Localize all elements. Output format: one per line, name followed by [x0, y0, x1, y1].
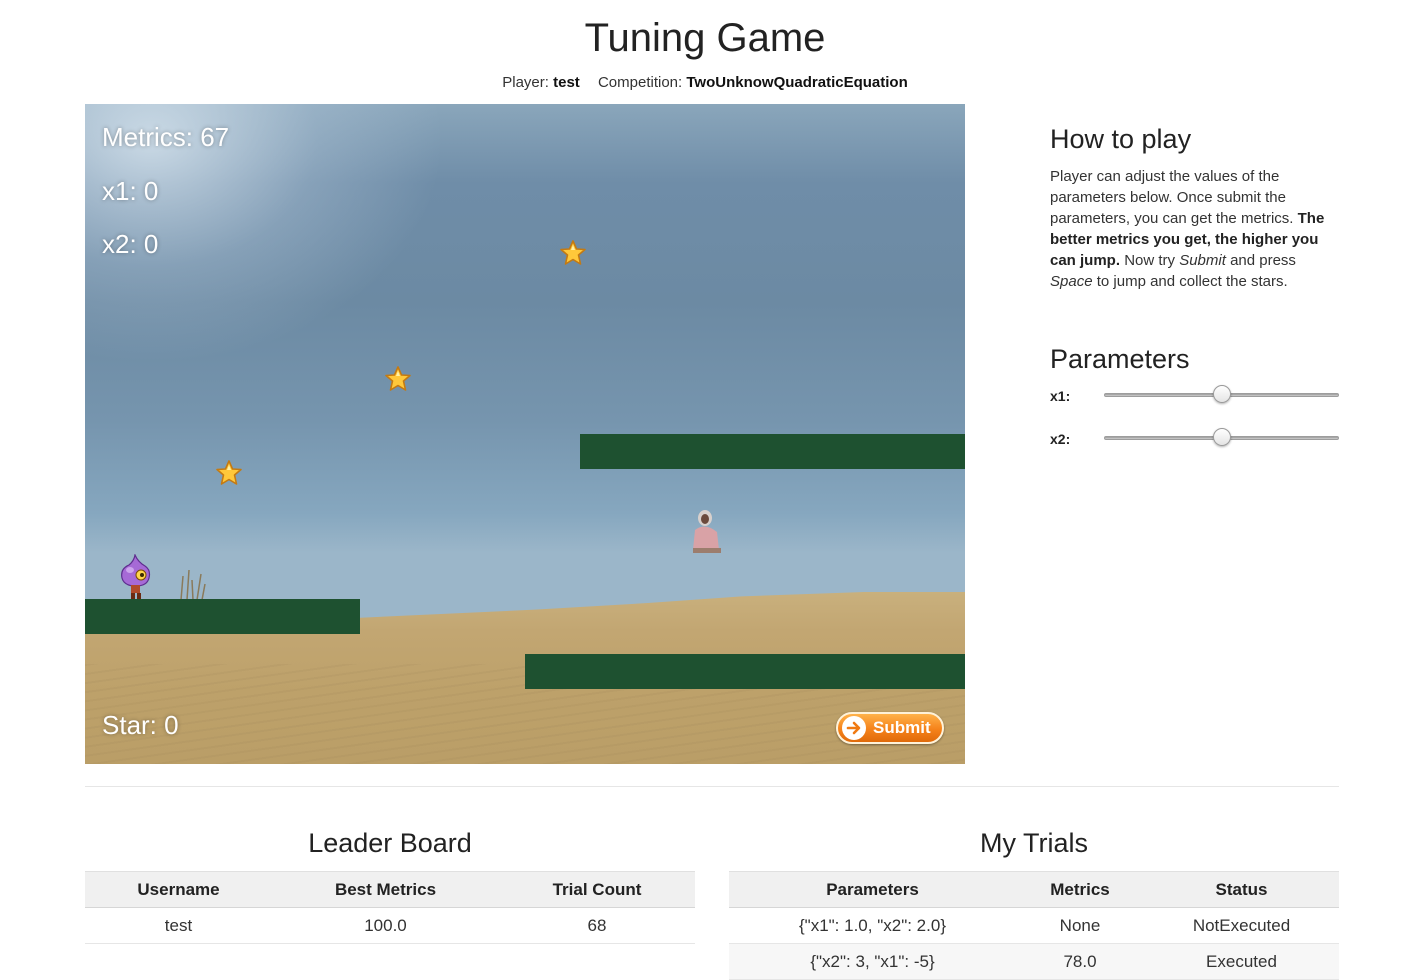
- table-cell: Executed: [1144, 943, 1339, 980]
- player-character-icon: [121, 554, 151, 599]
- trials-title: My Trials: [980, 828, 1088, 858]
- leaderboard-body: test 100.0 68: [85, 907, 695, 944]
- x1-slider-thumb[interactable]: [1213, 385, 1231, 403]
- player-label: Player:: [502, 74, 549, 91]
- x1-slider[interactable]: [1104, 385, 1339, 405]
- leaderboard-column-header: Username: [85, 871, 272, 908]
- how-text-2: Now try: [1124, 252, 1176, 269]
- submit-button[interactable]: Submit: [836, 712, 944, 744]
- table-cell: NotExecuted: [1144, 907, 1339, 944]
- game-canvas[interactable]: Metrics: 67 x1: 0 x2: 0 Star: 0 Submit: [85, 104, 965, 764]
- table-cell: None: [1016, 907, 1144, 944]
- how-text-1: Player can adjust the values of the para…: [1050, 168, 1294, 227]
- table-row: {"x2": 3, "x1": -5} 78.0 Executed: [729, 943, 1339, 980]
- arrow-right-icon: [842, 716, 866, 740]
- distant-person-icon: [693, 510, 721, 553]
- leaderboard-column-header: Best Metrics: [272, 871, 499, 908]
- leaderboard-header-row: Username Best Metrics Trial Count: [85, 871, 695, 908]
- trials-column-header: Parameters: [729, 871, 1016, 908]
- how-text-submit: Submit: [1179, 252, 1226, 269]
- hud-star: Star: 0: [102, 710, 179, 740]
- x1-label: x1:: [1050, 388, 1071, 404]
- how-text-3: and press: [1230, 252, 1296, 269]
- x2-label: x2:: [1050, 431, 1071, 447]
- leaderboard-title: Leader Board: [308, 828, 472, 858]
- table-cell: test: [85, 907, 272, 944]
- player-name: test: [553, 74, 580, 91]
- how-text-space: Space: [1050, 273, 1093, 290]
- trials-table: Parameters Metrics Status {"x1": 1.0, "x2"…: [729, 871, 1339, 980]
- table-cell: {"x2": 3, "x1": -5}: [729, 943, 1016, 980]
- parameters-title: Parameters: [1050, 344, 1190, 374]
- trials-header-row: Parameters Metrics Status: [729, 871, 1339, 908]
- hud-x1: x1: 0: [102, 176, 159, 206]
- x2-slider[interactable]: [1104, 428, 1339, 448]
- table-row: test 100.0 68: [85, 907, 695, 944]
- trials-body: {"x1": 1.0, "x2": 2.0} None NotExecuted {"x…: [729, 907, 1339, 980]
- leaderboard-column-header: Trial Count: [499, 871, 695, 908]
- player-info: Player: test Competition: TwoUnknowQuadr…: [0, 74, 1410, 91]
- page-title: Tuning Game: [584, 16, 826, 60]
- table-cell: 78.0: [1016, 943, 1144, 980]
- page: Tuning Game Player: test Competition: Tw…: [0, 0, 1410, 980]
- trials-column-header: Status: [1144, 871, 1339, 908]
- how-to-play-title: How to play: [1050, 124, 1192, 154]
- table-row: {"x1": 1.0, "x2": 2.0} None NotExecuted: [729, 907, 1339, 944]
- dry-grass-icon: [180, 569, 206, 600]
- platform-upper-right: [580, 434, 965, 469]
- how-to-play-text: Player can adjust the values of the para…: [1050, 166, 1340, 292]
- section-divider: [85, 786, 1339, 787]
- x2-slider-thumb[interactable]: [1213, 428, 1231, 446]
- competition-name: TwoUnknowQuadraticEquation: [686, 74, 908, 91]
- table-cell: 100.0: [272, 907, 499, 944]
- table-cell: 68: [499, 907, 695, 944]
- star-icon: [385, 366, 411, 391]
- platform-left: [85, 599, 360, 634]
- star-icon: [560, 240, 586, 265]
- submit-label: Submit: [873, 718, 931, 737]
- competition-label: Competition:: [597, 74, 683, 91]
- platform-lower-right: [525, 654, 965, 689]
- star-icon: [216, 460, 242, 485]
- trials-column-header: Metrics: [1016, 871, 1144, 908]
- hud-metrics: Metrics: 67: [102, 122, 230, 152]
- table-cell: {"x1": 1.0, "x2": 2.0}: [729, 907, 1016, 944]
- leaderboard-table: Username Best Metrics Trial Count test 100.…: [85, 871, 695, 944]
- how-text-4: to jump and collect the stars.: [1096, 273, 1288, 290]
- hud-x2: x2: 0: [102, 229, 159, 259]
